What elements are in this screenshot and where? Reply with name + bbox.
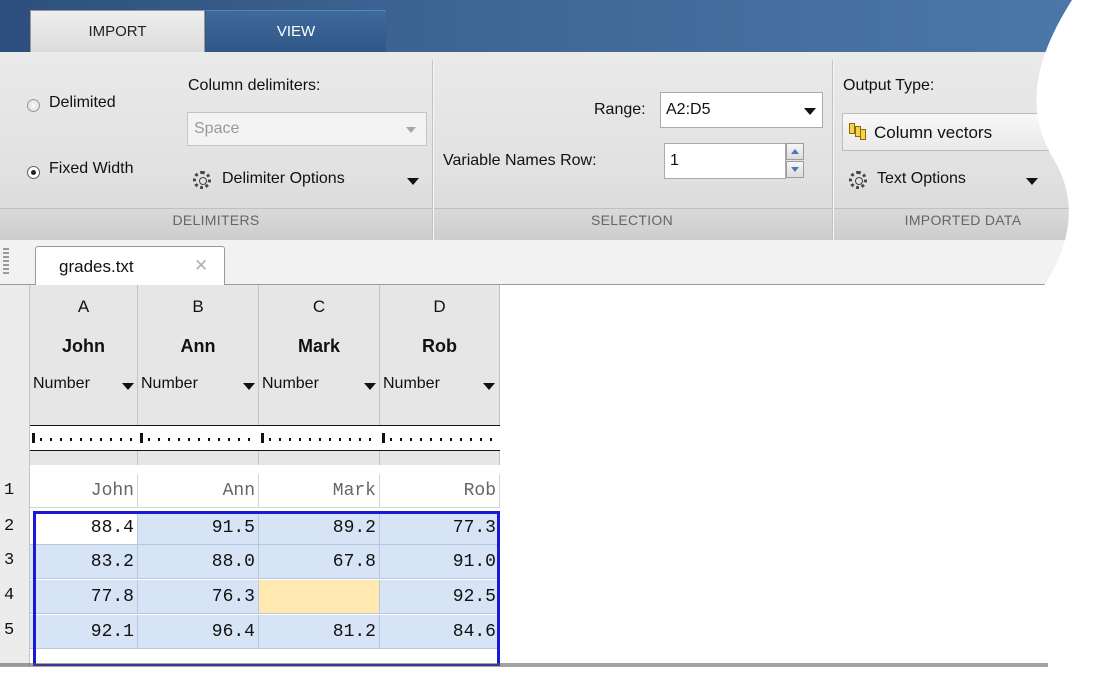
table-cell[interactable]: 92.1 (30, 615, 138, 649)
output-type-dropdown[interactable]: Column vectors (842, 113, 1092, 151)
chevron-down-icon (406, 127, 416, 133)
table-cell[interactable]: 91.5 (138, 511, 259, 545)
document-tab-grades[interactable]: grades.txt ✕ (35, 246, 225, 285)
table-cell[interactable]: 92.5 (380, 580, 500, 614)
output-type-label: Output Type: (843, 77, 935, 94)
table-cell[interactable]: 77.8 (30, 580, 138, 614)
column-delimiters-label: Column delimiters: (188, 77, 321, 94)
column-ruler-a[interactable] (32, 433, 136, 443)
gear-icon (849, 171, 867, 189)
table-cell[interactable]: Mark (259, 474, 380, 508)
variable-names-row-spinner[interactable] (786, 143, 804, 179)
variable-names-row-field[interactable]: 1 (664, 143, 786, 179)
row-number: 2 (4, 517, 15, 536)
column-type[interactable]: Number (262, 375, 319, 393)
grip-handle-icon[interactable] (3, 248, 9, 276)
column-vectors-icon (849, 123, 867, 141)
section-label-imported-data: IMPORTED DATA (904, 212, 1022, 228)
column-letter: D (433, 297, 446, 316)
table-cell[interactable]: John (30, 474, 138, 508)
import-tool-window: IMPORT VIEW Delimited Fixed Width Column… (0, 0, 1094, 675)
column-delimiters-dropdown[interactable]: Space (187, 112, 427, 146)
spinner-up-icon[interactable] (786, 143, 804, 160)
table-cell[interactable]: 96.4 (138, 615, 259, 649)
tab-view-label: VIEW (276, 23, 316, 40)
row-number: 4 (4, 586, 15, 605)
chevron-down-icon (1071, 130, 1083, 137)
radio-delimited[interactable] (27, 99, 40, 112)
section-label-selection: SELECTION (590, 212, 674, 228)
table-cell[interactable]: 88.4 (30, 511, 138, 545)
row-number: 1 (4, 481, 15, 500)
ribbon-tab-strip: IMPORT VIEW (0, 0, 1094, 53)
chevron-down-icon (1026, 178, 1038, 185)
range-value: A2:D5 (666, 101, 711, 118)
delimiter-options-button[interactable]: Delimiter Options (188, 163, 428, 195)
gear-icon (193, 171, 211, 189)
column-variable-name[interactable]: Rob (380, 336, 499, 357)
fixed-width-ruler[interactable] (30, 425, 500, 451)
chevron-down-icon[interactable] (122, 383, 134, 390)
column-ruler-d[interactable] (382, 433, 494, 443)
row-number: 5 (4, 621, 15, 640)
table-cell[interactable]: Ann (138, 474, 259, 508)
range-label: Range: (594, 101, 646, 118)
column-type[interactable]: Number (33, 375, 90, 393)
chevron-down-icon[interactable] (364, 383, 376, 390)
column-ruler-c[interactable] (261, 433, 378, 443)
variable-names-row-value: 1 (670, 152, 679, 169)
column-variable-name[interactable]: Mark (259, 336, 379, 357)
chevron-down-icon[interactable] (243, 383, 255, 390)
import-preview-grid[interactable]: A John Number B Ann Number C Mark Number… (0, 285, 1094, 675)
table-cell[interactable]: 76.3 (138, 580, 259, 614)
column-delimiters-value: Space (194, 120, 240, 137)
output-type-value: Column vectors (874, 123, 993, 142)
table-cell[interactable]: Rob (380, 474, 500, 508)
table-cell[interactable]: 84.6 (380, 615, 500, 649)
range-field[interactable]: A2:D5 (660, 92, 823, 128)
radio-delimited-label[interactable]: Delimited (49, 94, 116, 112)
chevron-down-icon[interactable] (804, 108, 816, 115)
table-cell[interactable]: 77.3 (380, 511, 500, 545)
document-tab-bar: grades.txt ✕ (0, 240, 1094, 285)
text-options-button[interactable]: Text Options (843, 163, 1043, 195)
close-icon[interactable]: ✕ (194, 256, 208, 276)
chevron-down-icon[interactable] (483, 383, 495, 390)
row-number-gutter (0, 285, 30, 675)
column-ruler-b[interactable] (140, 433, 257, 443)
column-letter: B (192, 297, 204, 316)
delimiter-options-label: Delimiter Options (222, 170, 345, 187)
table-cell[interactable]: 88.0 (138, 545, 259, 579)
tab-view[interactable]: VIEW (206, 10, 386, 53)
section-label-delimiters: DELIMITERS (172, 212, 260, 228)
row-number: 3 (4, 551, 15, 570)
table-cell[interactable]: 89.2 (259, 511, 380, 545)
table-cell[interactable]: 91.0 (380, 545, 500, 579)
document-tab-label: grades.txt (59, 257, 134, 276)
table-cell[interactable]: 81.2 (259, 615, 380, 649)
spinner-down-icon[interactable] (786, 161, 804, 178)
chevron-down-icon (407, 178, 419, 185)
column-letter: C (312, 297, 326, 316)
column-type[interactable]: Number (383, 375, 440, 393)
tab-import[interactable]: IMPORT (30, 10, 205, 52)
radio-fixed-width[interactable] (27, 166, 40, 179)
text-options-label: Text Options (877, 170, 966, 187)
table-cell[interactable]: 83.2 (30, 545, 138, 579)
tab-import-label: IMPORT (88, 23, 147, 40)
variable-names-row-label: Variable Names Row: (443, 152, 597, 169)
column-letter: A (77, 297, 90, 316)
radio-fixed-width-label[interactable]: Fixed Width (49, 160, 133, 178)
table-cell[interactable]: 67.8 (259, 545, 380, 579)
column-variable-name[interactable]: Ann (138, 336, 258, 357)
column-variable-name[interactable]: John (30, 336, 137, 357)
column-type[interactable]: Number (141, 375, 198, 393)
missing-value-cell[interactable] (259, 580, 380, 614)
